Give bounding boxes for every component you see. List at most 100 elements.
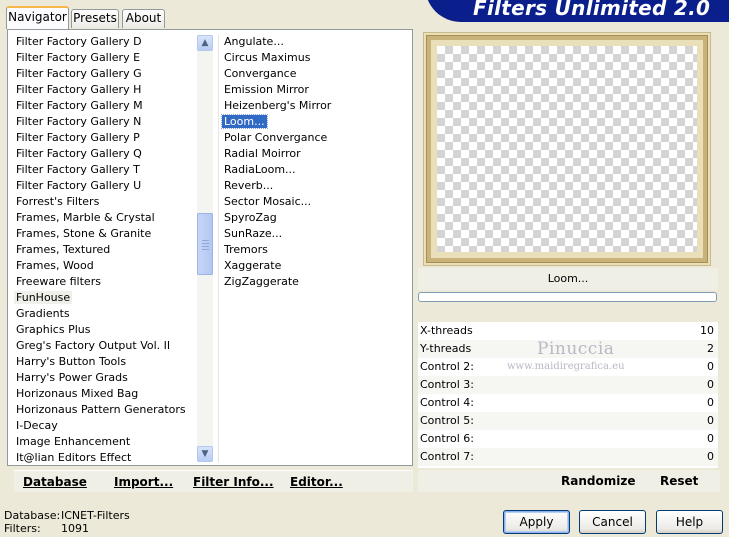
selected-filter-name: Loom... (418, 268, 718, 290)
category-item[interactable]: Image Enhancement (8, 434, 196, 450)
category-label: Harry's Button Tools (16, 355, 127, 368)
category-item[interactable]: Filter Factory Gallery Q (8, 146, 196, 162)
control-value[interactable]: 0 (707, 448, 714, 466)
apply-button[interactable]: Apply (503, 510, 570, 534)
control-value[interactable]: 0 (707, 430, 714, 448)
control-label: Control 5: (420, 414, 474, 427)
filter-item[interactable]: Emission Mirror (216, 82, 406, 98)
category-item[interactable]: Filter Factory Gallery T (8, 162, 196, 178)
filter-label: Loom... (221, 114, 268, 129)
filter-item[interactable]: ZigZaggerate (216, 274, 406, 290)
category-item[interactable]: Horizonaus Pattern Generators (8, 402, 196, 418)
category-item[interactable]: It@lian Editors Effect (8, 450, 196, 466)
scroll-up-icon[interactable]: ▲ (197, 35, 213, 51)
control-value[interactable]: 0 (707, 376, 714, 394)
category-item[interactable]: Frames, Marble & Crystal (8, 210, 196, 226)
category-label: Filter Factory Gallery U (16, 179, 142, 192)
category-item[interactable]: Filter Factory Gallery G (8, 66, 196, 82)
category-label: Frames, Stone & Granite (16, 227, 152, 240)
category-item[interactable]: Greg's Factory Output Vol. II (8, 338, 196, 354)
filter-info-button[interactable]: Filter Info... (193, 471, 274, 493)
category-item[interactable]: Forrest's Filters (8, 194, 196, 210)
category-item[interactable]: Filter Factory Gallery N (8, 114, 196, 130)
filter-label: Reverb... (224, 179, 274, 192)
reset-button[interactable]: Reset (660, 470, 698, 492)
control-row[interactable]: Control 3: 0 (418, 376, 718, 394)
category-label: Filter Factory Gallery G (16, 67, 142, 80)
control-label: Control 3: (420, 378, 474, 391)
randomize-button[interactable]: Randomize (561, 470, 635, 492)
filter-label: Xaggerate (224, 259, 282, 272)
category-label: Greg's Factory Output Vol. II (16, 339, 171, 352)
category-item[interactable]: Freeware filters (8, 274, 196, 290)
filter-item[interactable]: Reverb... (216, 178, 406, 194)
tab-navigator[interactable]: Navigator (6, 6, 69, 29)
category-item[interactable]: Filter Factory Gallery E (8, 50, 196, 66)
preview-image (437, 46, 697, 252)
import-button[interactable]: Import... (114, 471, 173, 493)
database-button[interactable]: Database (23, 471, 87, 493)
category-label: Filter Factory Gallery P (16, 131, 140, 144)
help-button[interactable]: Help (656, 510, 723, 534)
category-item[interactable]: Frames, Wood (8, 258, 196, 274)
filter-label: SunRaze... (224, 227, 283, 240)
filter-item[interactable]: Sector Mosaic... (216, 194, 406, 210)
category-item[interactable]: Filter Factory Gallery M (8, 98, 196, 114)
filter-label: Heizenberg's Mirror (224, 99, 332, 112)
filter-item[interactable]: Polar Convergance (216, 130, 406, 146)
editor-button[interactable]: Editor... (290, 471, 343, 493)
control-row[interactable]: X-threads 10 (418, 322, 718, 340)
filter-item[interactable]: RadiaLoom... (216, 162, 406, 178)
filter-item[interactable]: SpyroZag (216, 210, 406, 226)
tab-presets[interactable]: Presets (71, 9, 119, 28)
scroll-thumb[interactable] (197, 213, 213, 275)
category-item[interactable]: Harry's Power Grads (8, 370, 196, 386)
filter-item[interactable]: Convergance (216, 66, 406, 82)
category-label: Filter Factory Gallery D (16, 35, 142, 48)
filter-item[interactable]: Angulate... (216, 34, 406, 50)
category-item[interactable]: Filter Factory Gallery P (8, 130, 196, 146)
control-label: Control 4: (420, 396, 474, 409)
category-item[interactable]: Graphics Plus (8, 322, 196, 338)
filter-label: ZigZaggerate (224, 275, 299, 288)
category-item[interactable]: FunHouse (8, 290, 196, 306)
filter-list[interactable]: Angulate... Circus Maximus Convergance Emis… (216, 34, 406, 290)
category-item[interactable]: Harry's Button Tools (8, 354, 196, 370)
category-item[interactable]: Gradients (8, 306, 196, 322)
control-value[interactable]: 2 (707, 340, 714, 358)
category-label: Filter Factory Gallery M (16, 99, 143, 112)
control-row[interactable]: Control 5: 0 (418, 412, 718, 430)
cancel-button[interactable]: Cancel (579, 510, 646, 534)
category-item[interactable]: Filter Factory Gallery H (8, 82, 196, 98)
category-item[interactable]: Frames, Textured (8, 242, 196, 258)
tab-about[interactable]: About (122, 9, 165, 28)
filter-label: SpyroZag (224, 211, 277, 224)
filter-item[interactable]: Xaggerate (216, 258, 406, 274)
category-item[interactable]: Frames, Stone & Granite (8, 226, 196, 242)
scroll-down-icon[interactable]: ▼ (197, 446, 213, 462)
category-item[interactable]: I-Decay (8, 418, 196, 434)
control-value[interactable]: 0 (707, 412, 714, 430)
category-list[interactable]: Filter Factory Gallery D Filter Factory G… (8, 34, 196, 466)
filter-item[interactable]: Radial Moirror (216, 146, 406, 162)
category-label: Filter Factory Gallery Q (16, 147, 142, 160)
filter-item[interactable]: Heizenberg's Mirror (216, 98, 406, 114)
watermark-name: Pinuccia (537, 339, 615, 359)
filter-item[interactable]: Tremors (216, 242, 406, 258)
category-scrollbar[interactable]: ▲ ▼ (197, 35, 213, 462)
control-value[interactable]: 0 (707, 394, 714, 412)
filter-label: Circus Maximus (224, 51, 311, 64)
filter-item[interactable]: Circus Maximus (216, 50, 406, 66)
category-label: Freeware filters (16, 275, 101, 288)
filter-label: Convergance (224, 67, 297, 80)
category-item[interactable]: Filter Factory Gallery D (8, 34, 196, 50)
filter-item[interactable]: Loom... (216, 114, 406, 130)
control-value[interactable]: 10 (700, 322, 714, 340)
control-row[interactable]: Control 6: 0 (418, 430, 718, 448)
control-row[interactable]: Control 7: 0 (418, 448, 718, 466)
category-item[interactable]: Filter Factory Gallery U (8, 178, 196, 194)
control-value[interactable]: 0 (707, 358, 714, 376)
category-item[interactable]: Horizonaus Mixed Bag (8, 386, 196, 402)
filter-item[interactable]: SunRaze... (216, 226, 406, 242)
control-row[interactable]: Control 4: 0 (418, 394, 718, 412)
